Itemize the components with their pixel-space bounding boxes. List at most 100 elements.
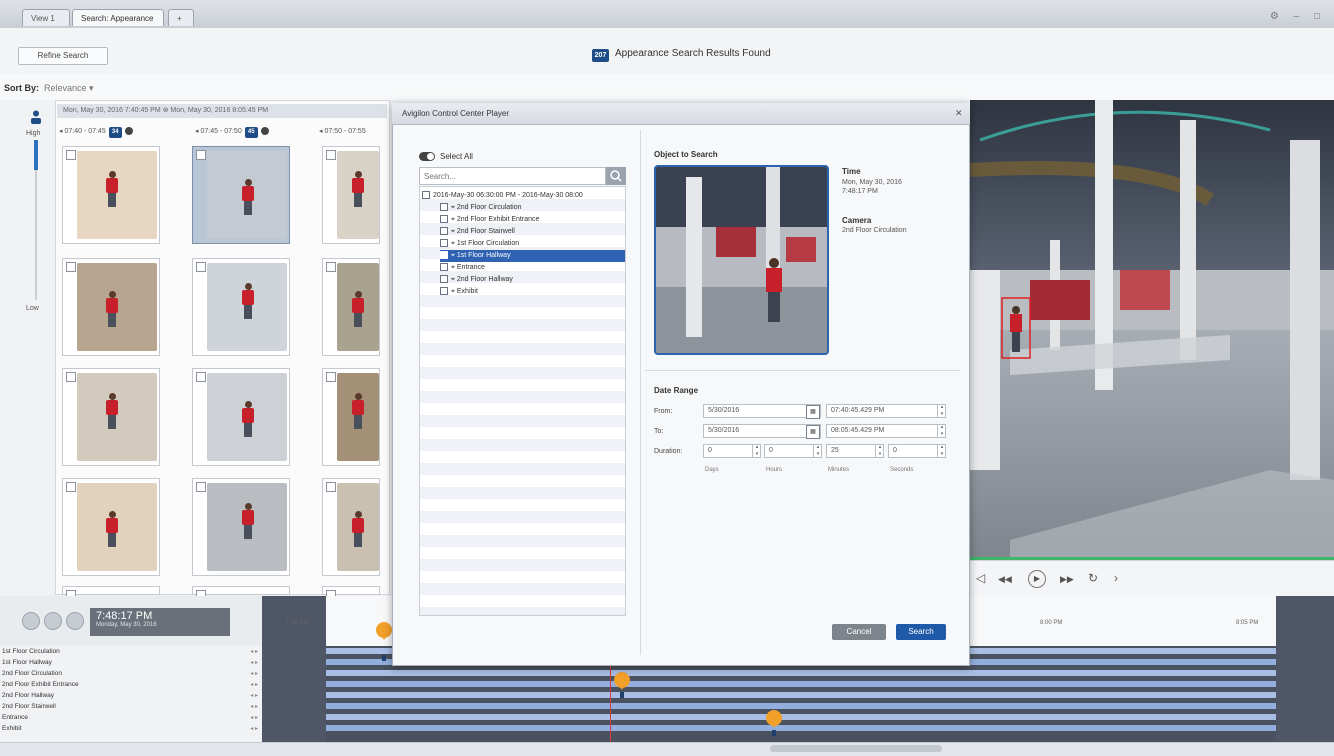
gear-icon[interactable] — [124, 127, 133, 136]
timeline-forward-button[interactable] — [66, 612, 84, 630]
spinner-icon[interactable]: ▴ ▾ — [752, 444, 761, 458]
refine-search-button[interactable]: Refine Search — [18, 47, 108, 65]
result-thumbnail[interactable] — [192, 586, 290, 600]
checkbox[interactable] — [440, 251, 448, 260]
from-time-input[interactable]: 07:40:45.429 PM — [826, 404, 946, 418]
thumbnail-checkbox[interactable] — [326, 150, 336, 160]
thumbnail-checkbox[interactable] — [326, 372, 336, 382]
time-bucket[interactable]: ◂ 07:50 - 07:55 — [319, 126, 366, 138]
thumbnail-checkbox[interactable] — [196, 150, 206, 160]
timeline-cursor[interactable] — [610, 664, 611, 742]
thumbnail-checkbox[interactable] — [66, 262, 76, 272]
result-thumbnail[interactable] — [62, 258, 160, 356]
timeline-camera-row[interactable]: Entrance ◂ ▸ — [0, 714, 262, 722]
video-rewind-button[interactable]: ◀◀ — [998, 574, 1012, 585]
calendar-icon[interactable]: ▦ — [806, 425, 820, 439]
to-date-input[interactable]: 5/30/2016 — [703, 424, 821, 438]
timeline-track[interactable] — [326, 714, 1276, 720]
checkbox[interactable] — [440, 227, 448, 236]
timeline-camera-row[interactable]: 2nd Floor Stairwell ◂ ▸ — [0, 703, 262, 711]
thumbnail-checkbox[interactable] — [326, 482, 336, 492]
row-arrows-icon[interactable]: ◂ ▸ — [250, 670, 258, 678]
tree-camera-item[interactable]: ⌖ 2nd Floor Hallway — [440, 274, 625, 286]
timeline-camera-row[interactable]: 2nd Floor Exhibit Entrance ◂ ▸ — [0, 681, 262, 689]
sort-dropdown[interactable]: Relevance ▾ — [44, 83, 94, 94]
video-panel[interactable] — [970, 100, 1334, 560]
video-rewind-step-button[interactable]: ◁ — [976, 571, 985, 585]
thumbnail-checkbox[interactable] — [326, 262, 336, 272]
camera-search-button[interactable] — [606, 167, 626, 185]
row-arrows-icon[interactable]: ◂ ▸ — [250, 725, 258, 733]
timeline-current-time[interactable]: 7:48:17 PM Monday, May 30, 2016 — [90, 608, 230, 636]
timeline-track[interactable] — [326, 681, 1276, 687]
video-next-button[interactable]: › — [1114, 571, 1118, 585]
thumbnail-checkbox[interactable] — [196, 372, 206, 382]
checkbox[interactable] — [440, 275, 448, 284]
close-icon[interactable]: ✕ — [955, 108, 963, 119]
timeline-camera-row[interactable]: 2nd Floor Circulation ◂ ▸ — [0, 670, 262, 678]
row-arrows-icon[interactable]: ◂ ▸ — [250, 714, 258, 722]
timeline-play-button[interactable] — [44, 612, 62, 630]
thumbnail-checkbox[interactable] — [66, 150, 76, 160]
search-button[interactable]: Search — [896, 624, 946, 640]
timeline-scrollbar[interactable] — [0, 742, 1334, 756]
tree-camera-item[interactable]: ⌖ 1st Floor Hallway — [440, 250, 625, 262]
calendar-icon[interactable]: ▦ — [806, 405, 820, 419]
video-replay-button[interactable]: ↻ — [1088, 571, 1098, 585]
thumbnail-checkbox[interactable] — [196, 482, 206, 492]
spinner-icon[interactable]: ▴ ▾ — [937, 404, 946, 418]
window-controls[interactable]: ⚙ – □ — [1270, 11, 1326, 22]
gear-icon[interactable] — [260, 127, 269, 136]
timeline-track[interactable] — [326, 703, 1276, 709]
result-thumbnail[interactable] — [322, 478, 380, 576]
spinner-icon[interactable]: ▴ ▾ — [937, 424, 946, 438]
spinner-icon[interactable]: ▴ ▾ — [813, 444, 822, 458]
result-thumbnail[interactable] — [62, 586, 160, 600]
timeline-camera-row[interactable]: 1st Floor Hallway ◂ ▸ — [0, 659, 262, 667]
row-arrows-icon[interactable]: ◂ ▸ — [250, 692, 258, 700]
tree-camera-item[interactable]: ⌖ 2nd Floor Stairwell — [440, 226, 625, 238]
from-date-input[interactable]: 5/30/2016 — [703, 404, 821, 418]
result-thumbnail[interactable] — [322, 146, 380, 244]
timeline-track[interactable] — [326, 725, 1276, 731]
tree-camera-item[interactable]: ⌖ Entrance — [440, 262, 625, 274]
timeline-event-marker[interactable] — [376, 622, 392, 640]
time-bucket[interactable]: ◂ 07:45 - 07:50 45 — [195, 126, 269, 138]
result-thumbnail[interactable] — [62, 368, 160, 466]
tree-camera-item[interactable]: ⌖ 1st Floor Circulation — [440, 238, 625, 250]
thumbnail-checkbox[interactable] — [196, 262, 206, 272]
timeline-track[interactable] — [326, 670, 1276, 676]
to-time-input[interactable]: 08:05:45.429 PM — [826, 424, 946, 438]
result-thumbnail[interactable] — [192, 478, 290, 576]
result-thumbnail[interactable] — [192, 146, 290, 244]
tree-camera-item[interactable]: ⌖ 2nd Floor Exhibit Entrance — [440, 214, 625, 226]
result-thumbnail[interactable] — [192, 368, 290, 466]
time-bucket[interactable]: ◂ 07:40 - 07:45 34 — [59, 126, 133, 138]
tab-view-1[interactable]: View 1 × — [22, 9, 70, 40]
row-arrows-icon[interactable]: ◂ ▸ — [250, 659, 258, 667]
confidence-slider-handle[interactable] — [34, 140, 38, 170]
video-play-button[interactable]: ▶ — [1028, 570, 1046, 588]
row-arrows-icon[interactable]: ◂ ▸ — [250, 648, 258, 656]
timeline-rewind-button[interactable] — [22, 612, 40, 630]
tree-camera-item[interactable]: ⌖ Exhibit — [440, 286, 625, 298]
result-thumbnail[interactable] — [62, 478, 160, 576]
timeline-camera-row[interactable]: 1st Floor Circulation ◂ ▸ — [0, 648, 262, 656]
spinner-icon[interactable]: ▴ ▾ — [937, 444, 946, 458]
spinner-icon[interactable]: ▴ ▾ — [875, 444, 884, 458]
row-arrows-icon[interactable]: ◂ ▸ — [250, 703, 258, 711]
camera-search-input[interactable] — [419, 167, 606, 185]
result-thumbnail[interactable] — [62, 146, 160, 244]
tree-root-item[interactable]: 2016-May-30 06:30:00 PM - 2016-May-30 08… — [422, 190, 625, 202]
result-thumbnail[interactable] — [322, 258, 380, 356]
checkbox[interactable] — [440, 287, 448, 296]
tab-add-button[interactable]: + — [168, 9, 194, 26]
timeline-event-marker[interactable] — [614, 672, 630, 690]
timeline-camera-row[interactable]: 2nd Floor Hallway ◂ ▸ — [0, 692, 262, 700]
result-thumbnail[interactable] — [322, 586, 380, 600]
checkbox[interactable] — [440, 263, 448, 272]
checkbox[interactable] — [440, 215, 448, 224]
cancel-button[interactable]: Cancel — [832, 624, 886, 640]
checkbox[interactable] — [440, 239, 448, 248]
tab-appearance-search[interactable]: Search: Appearance × — [72, 9, 164, 40]
